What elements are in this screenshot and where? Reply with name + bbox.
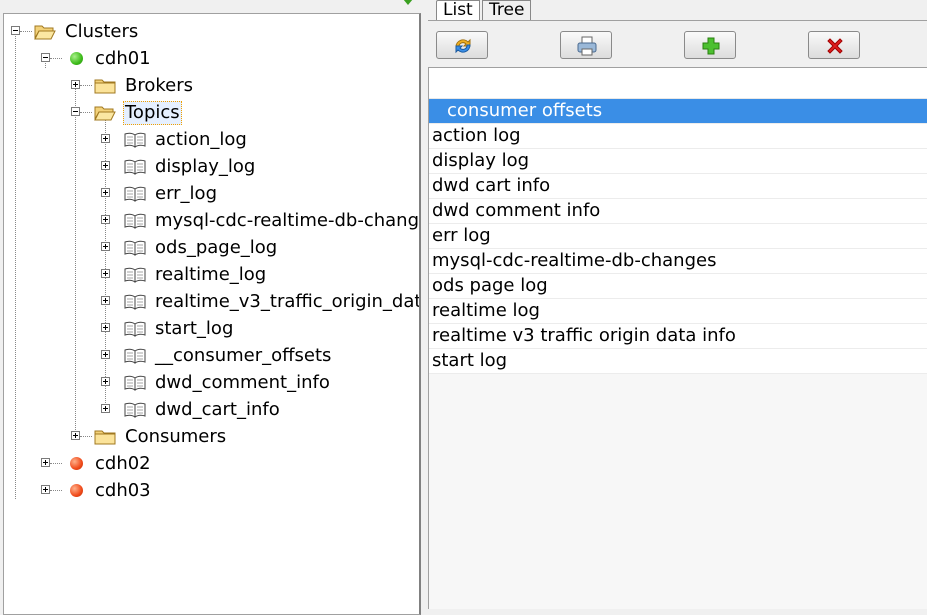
- status-offline-icon: [70, 457, 83, 470]
- list-item[interactable]: dwd comment info: [429, 199, 927, 224]
- tree-label-topic: realtime_v3_traffic_origin_data: [155, 291, 421, 312]
- topic-book-icon: [124, 132, 146, 148]
- tree-label-topic: err_log: [155, 183, 217, 204]
- list-item[interactable]: mysql-cdc-realtime-db-changes: [429, 249, 927, 274]
- delete-button[interactable]: [808, 31, 860, 59]
- tab-tree-label: Tree: [489, 0, 525, 20]
- topic-book-icon: [124, 402, 146, 418]
- list-item[interactable]: realtime log: [429, 299, 927, 324]
- expand-icon[interactable]: [101, 215, 110, 224]
- tree-label-topic: mysql-cdc-realtime-db-chang: [155, 210, 419, 231]
- tree-label-topic: dwd_comment_info: [155, 372, 330, 393]
- expand-icon[interactable]: [101, 404, 110, 413]
- list-item[interactable]: action log: [429, 124, 927, 149]
- expand-icon[interactable]: [101, 188, 110, 197]
- list-item[interactable]: consumer offsets: [429, 99, 927, 124]
- topic-book-icon: [124, 213, 146, 229]
- cluster-tree[interactable]: Clusters cdh01 Brokers Topics action_log…: [3, 13, 421, 615]
- topic-book-icon: [124, 321, 146, 337]
- open-folder-icon: [34, 25, 56, 40]
- topic-book-icon: [124, 240, 146, 256]
- expand-icon[interactable]: [101, 134, 110, 143]
- list-item[interactable]: ods page log: [429, 274, 927, 299]
- tree-label-topic: display_log: [155, 156, 256, 177]
- expand-icon[interactable]: [101, 323, 110, 332]
- expand-icon[interactable]: [41, 458, 50, 467]
- tab-list[interactable]: List: [436, 0, 480, 21]
- tab-list-label: List: [443, 0, 473, 20]
- collapse-icon[interactable]: [71, 107, 80, 116]
- topic-book-icon: [124, 294, 146, 310]
- tree-label-consumers: Consumers: [125, 426, 227, 447]
- print-button[interactable]: [560, 31, 612, 59]
- tree-label-topic: __consumer_offsets: [155, 345, 332, 366]
- expand-icon[interactable]: [101, 296, 110, 305]
- topic-list[interactable]: consumer offsets action log display log dwd…: [428, 67, 927, 609]
- list-item[interactable]: dwd cart info: [429, 174, 927, 199]
- tree-label-clusters: Clusters: [65, 21, 139, 42]
- expand-icon[interactable]: [101, 242, 110, 251]
- collapse-icon[interactable]: [11, 26, 20, 35]
- folder-icon: [94, 430, 116, 445]
- expand-down-icon[interactable]: [402, 0, 414, 6]
- list-item[interactable]: realtime v3 traffic origin data info: [429, 324, 927, 349]
- refresh-button[interactable]: [436, 31, 488, 59]
- topic-book-icon: [124, 375, 146, 391]
- add-button[interactable]: [684, 31, 736, 59]
- plus-icon: [702, 37, 720, 55]
- expand-icon[interactable]: [71, 80, 80, 89]
- tree-label-topic: action_log: [155, 129, 247, 150]
- tree-label-cdh03: cdh03: [95, 480, 151, 501]
- expand-icon[interactable]: [101, 377, 110, 386]
- tree-label-topic: ods_page_log: [155, 237, 278, 258]
- tree-label-topic: dwd_cart_info: [155, 399, 280, 420]
- tree-label-cdh01: cdh01: [95, 48, 151, 69]
- refresh-icon: [455, 38, 471, 54]
- list-item[interactable]: start log: [429, 349, 927, 374]
- tree-label-brokers: Brokers: [125, 75, 194, 96]
- expand-icon[interactable]: [101, 269, 110, 278]
- tree-label-topics: Topics: [123, 101, 182, 125]
- topic-book-icon: [124, 348, 146, 364]
- printer-icon: [577, 36, 597, 56]
- tree-label-topic: realtime_log: [155, 264, 267, 285]
- x-icon: [827, 38, 843, 54]
- open-folder-icon: [94, 106, 116, 121]
- topic-book-icon: [124, 186, 146, 202]
- tree-label-cdh02: cdh02: [95, 453, 151, 474]
- list-header: [429, 68, 927, 99]
- list-item[interactable]: display log: [429, 149, 927, 174]
- status-offline-icon: [70, 484, 83, 497]
- expand-icon[interactable]: [101, 161, 110, 170]
- status-online-icon: [70, 52, 83, 65]
- collapse-icon[interactable]: [41, 53, 50, 62]
- topic-book-icon: [124, 159, 146, 175]
- tree-label-topic: start_log: [155, 318, 234, 339]
- expand-icon[interactable]: [71, 431, 80, 440]
- folder-icon: [94, 79, 116, 94]
- expand-icon[interactable]: [41, 485, 50, 494]
- tab-tree[interactable]: Tree: [482, 0, 532, 21]
- list-item[interactable]: err log: [429, 224, 927, 249]
- topic-book-icon: [124, 267, 146, 283]
- expand-icon[interactable]: [101, 350, 110, 359]
